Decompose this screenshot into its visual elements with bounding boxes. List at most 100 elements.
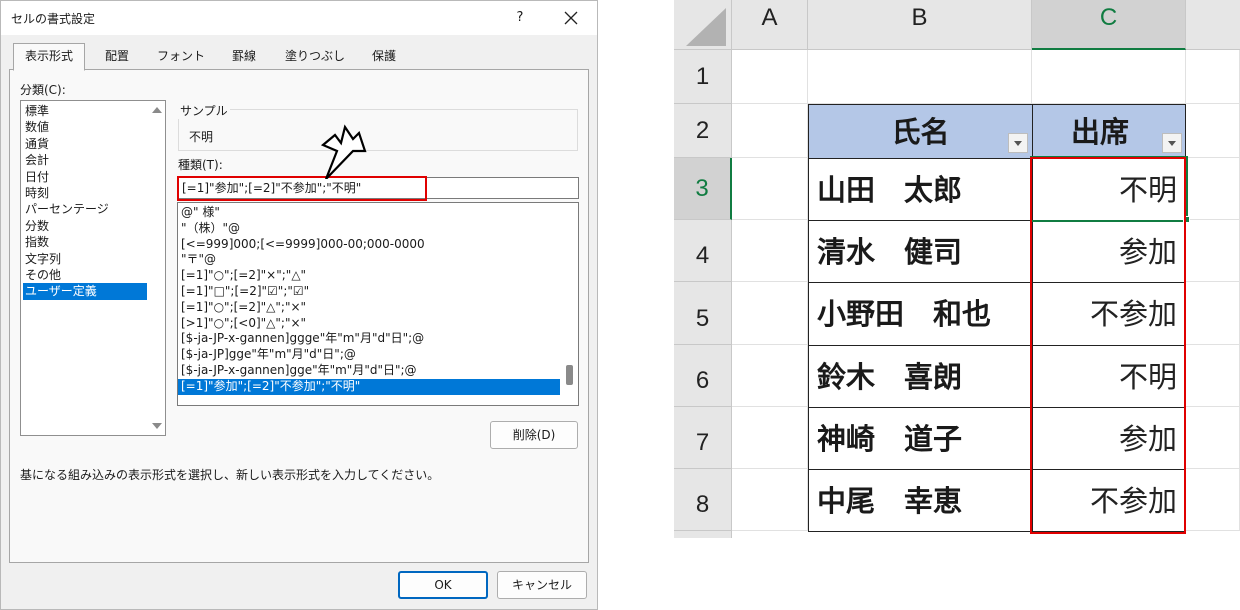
scroll-up-icon[interactable] — [152, 107, 162, 113]
category-item[interactable]: 文字列 — [23, 251, 147, 267]
format-item[interactable]: [=1]"○";[=2]"△";"×" — [178, 300, 560, 316]
tab-fill[interactable]: 塗りつぶし — [275, 43, 355, 70]
category-item[interactable]: 標準 — [23, 103, 147, 119]
name-cell[interactable]: 中尾 幸恵 — [808, 469, 1032, 532]
category-item[interactable]: 数値 — [23, 119, 147, 135]
column-header-a[interactable]: A — [732, 0, 808, 50]
attendance-cell[interactable]: 不参加 — [1032, 282, 1186, 345]
cell-a7[interactable] — [732, 407, 808, 469]
cell-d7[interactable] — [1186, 407, 1240, 469]
attendance-cell[interactable]: 不参加 — [1032, 469, 1186, 532]
name-cell[interactable]: 鈴木 喜朗 — [808, 345, 1032, 407]
category-item[interactable]: その他 — [23, 267, 147, 283]
cell-a4[interactable] — [732, 220, 808, 282]
cell-b1[interactable] — [808, 50, 1032, 104]
sample-value: 不明 — [189, 130, 214, 144]
cancel-button[interactable]: キャンセル — [497, 571, 587, 599]
category-item[interactable]: 時刻 — [23, 185, 147, 201]
row-header-9[interactable] — [674, 531, 732, 538]
category-item[interactable]: 日付 — [23, 169, 147, 185]
format-item[interactable]: [=1]"□";[=2]"☑";"☑" — [178, 284, 560, 300]
column-header-b[interactable]: B — [808, 0, 1032, 50]
name-cell[interactable]: 山田 太郎 — [808, 158, 1032, 220]
category-item[interactable]: 通貨 — [23, 136, 147, 152]
column-header-c[interactable]: C — [1032, 0, 1186, 50]
category-item[interactable]: 会計 — [23, 152, 147, 168]
format-cells-dialog: セルの書式設定 ? 表示形式 配置 フォント 罫線 塗りつぶし 保護 分類(C)… — [0, 0, 598, 610]
row-header-5[interactable]: 5 — [674, 282, 732, 345]
fill-handle[interactable] — [1183, 216, 1190, 223]
cell-c1[interactable] — [1032, 50, 1186, 104]
row-header-6[interactable]: 6 — [674, 345, 732, 407]
cell-a2[interactable] — [732, 104, 808, 158]
format-item[interactable]: [$-ja-JP-x-gannen]ggge"年"m"月"d"日";@ — [178, 331, 560, 347]
category-scrollbar[interactable] — [148, 101, 165, 435]
cell-d2[interactable] — [1186, 104, 1240, 158]
cell-a8[interactable] — [732, 469, 808, 531]
cell-a3[interactable] — [732, 158, 808, 220]
attendance-cell[interactable]: 不明 — [1032, 158, 1186, 220]
format-item[interactable]: @" 様" — [178, 205, 560, 221]
cell-a1[interactable] — [732, 50, 808, 104]
category-list[interactable]: 標準 数値 通貨 会計 日付 時刻 パーセンテージ 分数 指数 文字列 その他 … — [20, 100, 166, 436]
format-item[interactable]: "〒"@ — [178, 252, 560, 268]
name-cell[interactable]: 小野田 和也 — [808, 282, 1032, 345]
scroll-thumb[interactable] — [566, 365, 573, 385]
attendance-cell[interactable]: 参加 — [1032, 407, 1186, 469]
cell-d4[interactable] — [1186, 220, 1240, 282]
category-item[interactable]: 分数 — [23, 218, 147, 234]
format-list[interactable]: @" 様" "（株）"@ [<=999]000;[<=9999]000-00;0… — [177, 202, 579, 406]
delete-button[interactable]: 削除(D) — [490, 421, 578, 449]
attendance-cell[interactable]: 参加 — [1032, 220, 1186, 282]
format-item[interactable]: [>1]"○";[<0]"△";"×" — [178, 316, 560, 332]
tab-font[interactable]: フォント — [149, 43, 213, 70]
cell-d3[interactable] — [1186, 158, 1240, 220]
cell-d6[interactable] — [1186, 345, 1240, 407]
name-cell[interactable]: 清水 健司 — [808, 220, 1032, 282]
cell-a6[interactable] — [732, 345, 808, 407]
row-header-1[interactable]: 1 — [674, 50, 732, 104]
category-item[interactable]: パーセンテージ — [23, 201, 147, 217]
type-label: 種類(T): — [178, 158, 223, 172]
row-header-8[interactable]: 8 — [674, 469, 732, 531]
format-item[interactable]: [$-ja-JP]gge"年"m"月"d"日";@ — [178, 347, 560, 363]
help-button[interactable]: ? — [506, 5, 534, 31]
tab-border[interactable]: 罫線 — [215, 43, 273, 70]
format-item-selected[interactable]: [=1]"参加";[=2]"不参加";"不明" — [178, 378, 560, 395]
select-all-corner[interactable] — [674, 0, 732, 50]
tab-number-format[interactable]: 表示形式 — [13, 43, 85, 71]
close-button[interactable] — [557, 5, 585, 31]
cell-d8[interactable] — [1186, 469, 1240, 531]
dialog-titlebar: セルの書式設定 ? — [1, 1, 597, 35]
format-item[interactable]: [$-ja-JP-x-gannen]gge"年"m"月"d"日";@ — [178, 363, 560, 379]
category-label: 分類(C): — [20, 83, 66, 97]
name-cell[interactable]: 神崎 道子 — [808, 407, 1032, 469]
pointer-arrow-icon — [320, 124, 367, 179]
format-item[interactable]: "（株）"@ — [178, 221, 560, 237]
tab-alignment[interactable]: 配置 — [87, 43, 147, 70]
ok-button[interactable]: OK — [398, 571, 488, 599]
category-item-selected[interactable]: ユーザー定義 — [23, 283, 147, 300]
column-header-d[interactable] — [1186, 0, 1240, 50]
cell-d5[interactable] — [1186, 282, 1240, 345]
dialog-title: セルの書式設定 — [11, 12, 96, 26]
number-format-panel: 分類(C): 標準 数値 通貨 会計 日付 時刻 パーセンテージ 分数 指数 文… — [9, 69, 589, 563]
tab-protection[interactable]: 保護 — [357, 43, 411, 70]
scroll-down-icon[interactable] — [152, 423, 162, 429]
format-item[interactable]: [<=999]000;[<=9999]000-00;000-0000 — [178, 237, 560, 253]
category-item[interactable]: 指数 — [23, 234, 147, 250]
cell-d1[interactable] — [1186, 50, 1240, 104]
format-item[interactable]: [=1]"○";[=2]"×";"△" — [178, 268, 560, 284]
close-icon — [564, 11, 578, 25]
filter-dropdown-name[interactable] — [1008, 133, 1028, 153]
type-input[interactable]: [=1]"参加";[=2]"不参加";"不明" — [177, 177, 579, 199]
filter-dropdown-attendance[interactable] — [1162, 133, 1182, 153]
row-header-7[interactable]: 7 — [674, 407, 732, 469]
header-cell-name[interactable]: 氏名 — [808, 104, 1032, 158]
cell-a5[interactable] — [732, 282, 808, 345]
format-scrollbar[interactable] — [561, 203, 578, 405]
row-header-2[interactable]: 2 — [674, 104, 732, 158]
attendance-cell[interactable]: 不明 — [1032, 345, 1186, 407]
row-header-3[interactable]: 3 — [674, 158, 732, 220]
row-header-4[interactable]: 4 — [674, 220, 732, 282]
